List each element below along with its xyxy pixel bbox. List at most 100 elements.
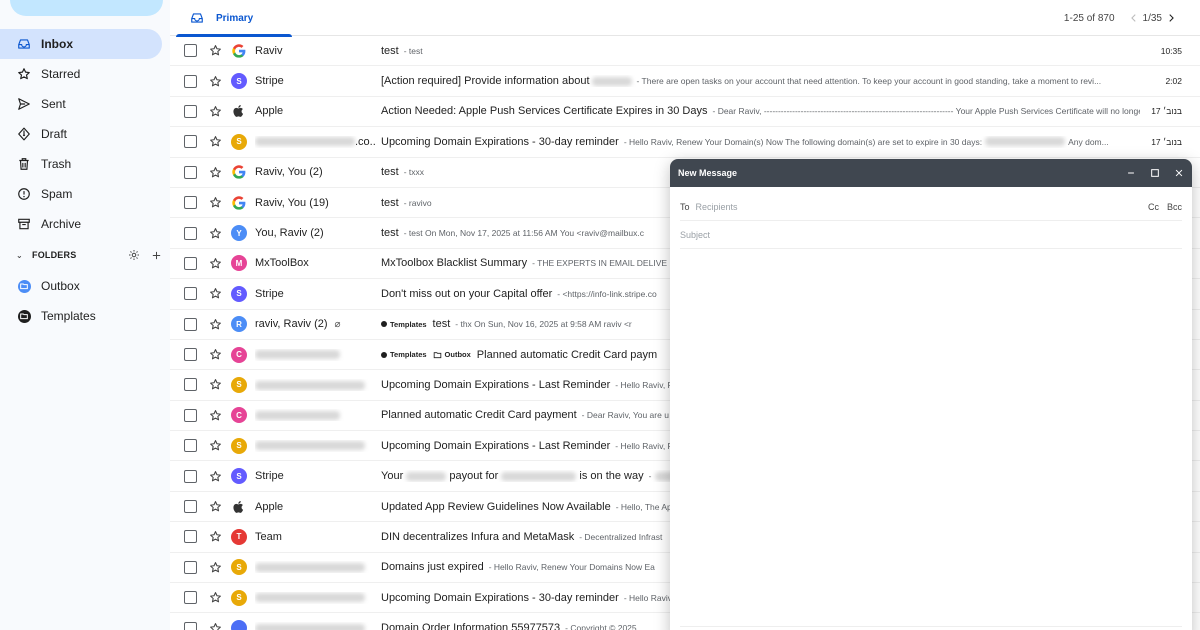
row-checkbox[interactable] bbox=[184, 621, 197, 630]
sidebar-item-archive[interactable]: Archive bbox=[0, 209, 162, 239]
apple-icon bbox=[231, 103, 247, 119]
chevron-right-icon[interactable] bbox=[1162, 9, 1180, 27]
row-checkbox[interactable] bbox=[184, 226, 197, 240]
table-row[interactable]: Raviv test - test 10:35 bbox=[170, 36, 1200, 67]
snippet: - test On Mon, Nov 17, 2025 at 11:56 AM … bbox=[403, 228, 644, 239]
subject: Upcoming Domain Expirations - Last Remin… bbox=[381, 439, 611, 452]
sidebar-item-sent[interactable]: Sent bbox=[0, 89, 162, 119]
star-icon[interactable] bbox=[208, 439, 222, 453]
sender-name: You, Raviv (2) bbox=[255, 227, 324, 240]
label-chip[interactable]: Outbox bbox=[433, 350, 471, 359]
avatar: S bbox=[231, 376, 247, 393]
row-checkbox[interactable] bbox=[184, 408, 197, 422]
star-icon[interactable] bbox=[208, 165, 222, 179]
row-checkbox[interactable] bbox=[184, 165, 197, 179]
subject: test bbox=[381, 196, 399, 209]
row-checkbox[interactable] bbox=[184, 44, 197, 58]
row-checkbox[interactable] bbox=[184, 196, 197, 210]
add-folder-icon[interactable] bbox=[148, 247, 164, 263]
sidebar-item-inbox[interactable]: Inbox bbox=[0, 29, 162, 59]
chip-label: Templates bbox=[390, 319, 427, 329]
row-checkbox[interactable] bbox=[184, 74, 197, 88]
sender bbox=[255, 379, 375, 391]
avatar: S bbox=[231, 133, 247, 150]
star-icon[interactable] bbox=[208, 560, 222, 574]
sidebar-item-spam[interactable]: Spam bbox=[0, 179, 162, 209]
row-checkbox[interactable] bbox=[184, 256, 197, 270]
subject-input[interactable] bbox=[680, 229, 1182, 240]
snippet: - test bbox=[403, 45, 423, 56]
star-icon[interactable] bbox=[208, 104, 222, 118]
star-icon[interactable] bbox=[208, 256, 222, 270]
star-icon[interactable] bbox=[208, 408, 222, 422]
row-checkbox[interactable] bbox=[184, 591, 197, 605]
star-icon[interactable] bbox=[208, 591, 222, 605]
sidebar-folder-outbox[interactable]: Outbox bbox=[0, 271, 162, 301]
star-icon[interactable] bbox=[208, 530, 222, 544]
row-checkbox[interactable] bbox=[184, 378, 197, 392]
chevron-down-icon[interactable]: ⌄ bbox=[16, 251, 26, 260]
compose-button[interactable] bbox=[10, 0, 163, 16]
message-body-editor[interactable] bbox=[680, 251, 1182, 619]
bcc-button[interactable]: Bcc bbox=[1167, 202, 1182, 212]
star-icon[interactable] bbox=[208, 378, 222, 392]
star-icon[interactable] bbox=[208, 348, 222, 362]
recipients-input[interactable] bbox=[695, 201, 1140, 212]
redacted-sender bbox=[255, 410, 340, 420]
row-checkbox[interactable] bbox=[184, 469, 197, 483]
sidebar-folder-templates[interactable]: Templates bbox=[0, 301, 162, 331]
folder-dot-icon bbox=[16, 308, 32, 324]
row-checkbox[interactable] bbox=[184, 104, 197, 118]
star-icon[interactable] bbox=[208, 500, 222, 514]
minimize-icon[interactable] bbox=[1120, 162, 1142, 184]
star-icon[interactable] bbox=[208, 44, 222, 58]
inbox-icon bbox=[190, 11, 204, 25]
star-icon[interactable] bbox=[208, 469, 222, 483]
chevron-left-icon[interactable] bbox=[1125, 9, 1143, 27]
sidebar-item-trash[interactable]: Trash bbox=[0, 149, 162, 179]
snippet: - Hello, The Ap bbox=[615, 501, 672, 512]
sidebar-item-draft[interactable]: Draft bbox=[0, 119, 162, 149]
row-checkbox[interactable] bbox=[184, 439, 197, 453]
snippet: - Dear Raviv, --------------------------… bbox=[712, 106, 1141, 117]
sender-name: Raviv, You (19) bbox=[255, 196, 329, 209]
folder-settings-icon[interactable] bbox=[126, 247, 142, 263]
row-checkbox[interactable] bbox=[184, 287, 197, 301]
close-icon[interactable] bbox=[1168, 162, 1190, 184]
avatar: R bbox=[231, 316, 247, 333]
subject: test bbox=[432, 318, 451, 331]
label-chip[interactable]: Templates bbox=[381, 320, 427, 329]
table-row[interactable]: Apple Action Needed: Apple Push Services … bbox=[170, 97, 1200, 128]
star-icon[interactable] bbox=[208, 135, 222, 149]
table-row[interactable]: S Stripe [Action required] Provide informa… bbox=[170, 66, 1200, 97]
snippet: - txxx bbox=[403, 167, 425, 178]
maximize-icon[interactable] bbox=[1144, 162, 1166, 184]
folder-dot-icon bbox=[16, 278, 32, 294]
row-checkbox[interactable] bbox=[184, 348, 197, 362]
google-icon bbox=[231, 43, 247, 59]
avatar: C bbox=[231, 407, 247, 424]
row-checkbox[interactable] bbox=[184, 530, 197, 544]
subject: Planned automatic Credit Card payment bbox=[381, 409, 577, 422]
star-icon[interactable] bbox=[208, 287, 222, 301]
table-row[interactable]: S .co... Upcoming Domain Expirations - 30-… bbox=[170, 127, 1200, 158]
row-checkbox[interactable] bbox=[184, 500, 197, 514]
to-label: To bbox=[680, 201, 690, 212]
star-icon[interactable] bbox=[208, 74, 222, 88]
sender bbox=[255, 561, 375, 573]
sidebar-item-starred[interactable]: Starred bbox=[0, 59, 162, 89]
timestamp: 10:35 bbox=[1160, 45, 1182, 56]
inbox-icon bbox=[16, 36, 32, 52]
star-icon[interactable] bbox=[208, 226, 222, 240]
row-checkbox[interactable] bbox=[184, 560, 197, 574]
star-icon[interactable] bbox=[208, 196, 222, 210]
label-chip[interactable]: Templates bbox=[381, 350, 427, 359]
row-checkbox[interactable] bbox=[184, 317, 197, 331]
star-icon[interactable] bbox=[208, 621, 222, 630]
cc-button[interactable]: Cc bbox=[1148, 202, 1159, 212]
snippet: - There are open tasks on your account t… bbox=[636, 76, 1102, 87]
tab-primary[interactable]: Primary bbox=[176, 0, 292, 37]
star-icon[interactable] bbox=[208, 317, 222, 331]
sender-name: Stripe bbox=[255, 75, 284, 88]
row-checkbox[interactable] bbox=[184, 135, 197, 149]
